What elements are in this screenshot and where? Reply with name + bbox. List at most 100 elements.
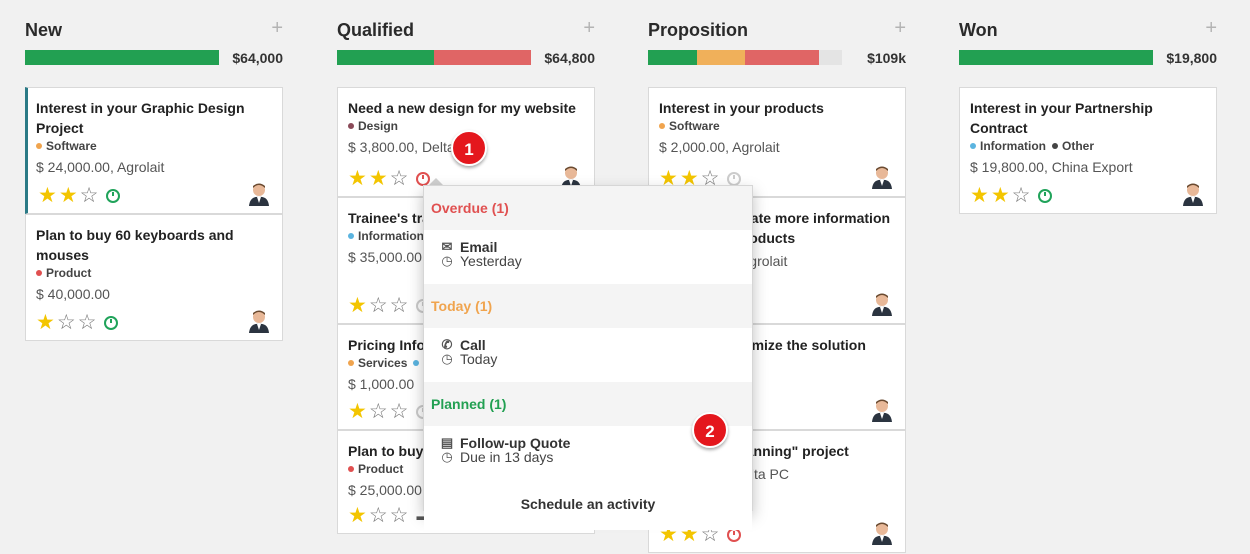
tag-dot [970, 142, 976, 149]
priority-star-icon[interactable]: ☆ [390, 401, 409, 422]
progress-segment [25, 50, 219, 65]
activity-clock-icon[interactable] [106, 188, 121, 203]
priority-star-icon[interactable]: ☆ [369, 401, 388, 422]
priority-star-icon[interactable]: ★ [59, 185, 78, 206]
tag-label: Software [46, 139, 97, 153]
add-card-icon[interactable]: + [894, 18, 906, 38]
clock-icon: ◷ [441, 449, 453, 464]
column-progress-bar[interactable] [648, 50, 842, 65]
priority-star-icon[interactable]: ☆ [78, 312, 97, 333]
progress-segment [818, 50, 842, 65]
column-total-amount: $64,000 [232, 50, 283, 66]
column-title: Proposition [648, 20, 748, 40]
column-progress-bar[interactable] [25, 50, 219, 65]
priority-star-icon[interactable]: ★ [369, 168, 388, 189]
card-amount: $ 40,000.00 [36, 286, 110, 302]
progress-segment [337, 50, 434, 65]
priority-star-icon[interactable]: ☆ [390, 505, 409, 526]
kanban-column: New + $64,000 Interest in your Graphic Desi… [25, 0, 283, 554]
column-total-amount: $64,800 [544, 50, 595, 66]
card-title: Interest in your Graphic Design Project [36, 100, 245, 136]
progress-segment [959, 50, 1153, 65]
activity-popover: Overdue (1) ✉ Email ◷ Yesterday Today (1) … [423, 185, 753, 530]
kanban-column: Won + $19,800 Interest in your Partnership … [959, 0, 1217, 554]
card-amount: $ 2,000.00, Agrolait [659, 139, 780, 155]
priority-star-icon[interactable]: ☆ [390, 168, 409, 189]
priority-star-icon[interactable]: ★ [348, 168, 367, 189]
clock-icon: ◷ [441, 253, 453, 268]
overdue-activity-item[interactable]: ✉ Email ◷ Yesterday [424, 230, 752, 284]
avatar [871, 398, 893, 422]
priority-star-icon[interactable]: ☆ [390, 295, 409, 316]
document-icon: ▤ [440, 435, 454, 450]
add-card-icon[interactable]: + [271, 18, 283, 38]
add-card-icon[interactable]: + [583, 18, 595, 38]
opportunity-card[interactable]: Interest in your Graphic Design Project S… [25, 87, 283, 214]
opportunity-card[interactable]: Interest in your Partnership Contract Inf… [959, 87, 1217, 214]
avatar [248, 309, 270, 333]
card-tags: Software [659, 119, 895, 134]
tag-label: Design [358, 119, 399, 133]
column-title: Won [959, 20, 998, 40]
today-activity-item[interactable]: ✆ Call ◷ Today [424, 328, 752, 382]
column-progress-bar[interactable] [337, 50, 531, 65]
tag-dot [348, 359, 354, 366]
opportunity-card[interactable]: Plan to buy 60 keyboards and mouses Produ… [25, 214, 283, 341]
progress-segment [648, 50, 697, 65]
tag-label: Product [358, 462, 404, 476]
activity-clock-icon[interactable] [1038, 188, 1053, 203]
priority-star-icon[interactable]: ★ [991, 185, 1010, 206]
tag-label: Information [358, 229, 424, 243]
card-tags: Information Other [970, 139, 1206, 154]
priority-star-icon[interactable]: ★ [348, 295, 367, 316]
priority-star-icon[interactable]: ★ [970, 185, 989, 206]
phone-icon: ✆ [441, 337, 453, 352]
tag-dot [348, 465, 354, 472]
priority-star-icon[interactable]: ★ [348, 505, 367, 526]
activity-type: Email [460, 239, 498, 255]
tag-label: Product [46, 266, 92, 280]
priority-star-icon[interactable]: ★ [38, 185, 57, 206]
progress-segment [696, 50, 745, 65]
avatar [871, 292, 893, 316]
schedule-activity-button[interactable]: Schedule an activity [424, 480, 752, 530]
column-title: Qualified [337, 20, 415, 40]
column-total-amount: $19,800 [1166, 50, 1217, 66]
card-amount: $ 19,800.00, China Export [970, 159, 1133, 175]
card-title: Need a new design for my website [348, 100, 576, 116]
priority-star-icon[interactable]: ☆ [369, 295, 388, 316]
card-footer: ★☆☆ [36, 312, 119, 333]
activity-clock-icon[interactable] [727, 171, 742, 186]
tag-dot [659, 122, 665, 129]
priority-star-icon[interactable]: ☆ [1012, 185, 1031, 206]
card-footer: ★ ★ ☆ [970, 185, 1053, 206]
priority-star-icon[interactable]: ☆ [80, 185, 99, 206]
avatar [248, 182, 270, 206]
activity-type: Call [460, 337, 486, 353]
priority-star-icon[interactable]: ☆ [57, 312, 76, 333]
priority-star-icon[interactable]: ★ [36, 312, 55, 333]
opportunity-card[interactable]: Interest in your products Software $ 2,000… [648, 87, 906, 197]
activity-date: Today [460, 351, 498, 367]
progress-segment [434, 50, 531, 65]
clock-icon: ◷ [441, 351, 453, 366]
add-card-icon[interactable]: + [1205, 18, 1217, 38]
tag-dot [413, 359, 420, 366]
activity-clock-icon[interactable] [104, 315, 119, 330]
tag-label: Software [669, 119, 720, 133]
priority-star-icon[interactable]: ★ [348, 401, 367, 422]
priority-star-icon[interactable]: ☆ [369, 505, 388, 526]
column-progress-bar[interactable] [959, 50, 1153, 65]
card-footer: ★ ★ ☆ [348, 168, 431, 189]
card-footer: ★☆☆ [348, 401, 431, 422]
card-footer: ★ ★ ☆ [38, 185, 121, 206]
envelope-icon: ✉ [441, 239, 453, 254]
callout-badge-2: 2 [692, 412, 728, 448]
activity-date: Yesterday [460, 253, 522, 269]
tag-dot [36, 269, 42, 276]
card-title: Interest in your Partnership Contract [970, 100, 1153, 136]
tag-label: Services [358, 356, 408, 370]
activity-date: Due in 13 days [460, 449, 554, 465]
card-title: Interest in your products [659, 100, 824, 116]
activity-type: Follow-up Quote [460, 435, 571, 451]
